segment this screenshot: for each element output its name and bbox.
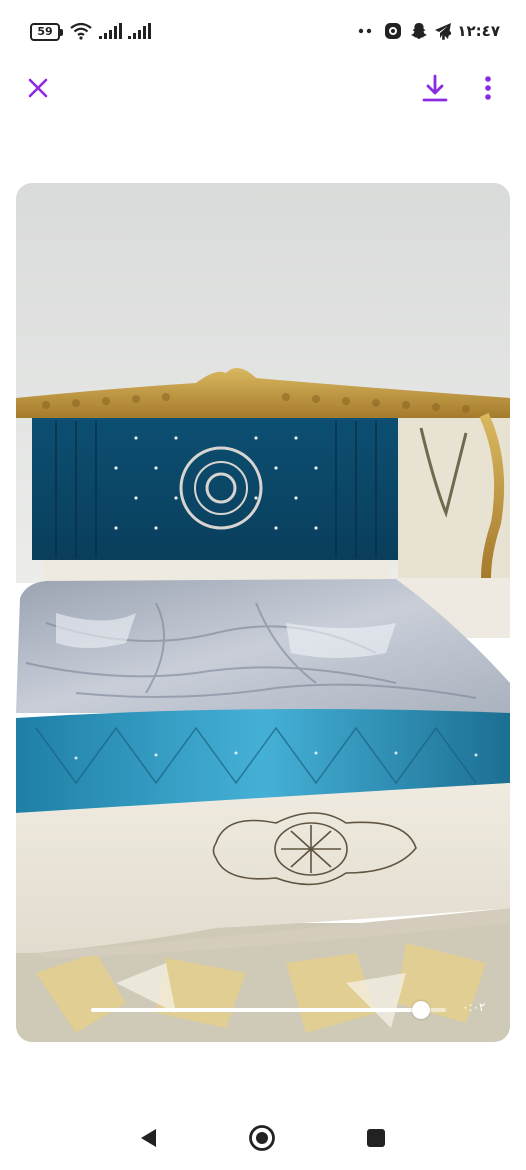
video-elapsed-time: ٠:٠٢ xyxy=(462,1000,486,1014)
signal-icon xyxy=(99,23,122,39)
clock: ١٢:٤٧ م xyxy=(441,22,500,40)
close-icon xyxy=(28,78,48,98)
status-bar: 59 ١٢:٤٧ م xyxy=(0,0,526,64)
dots-icon xyxy=(358,28,372,34)
snapchat-icon xyxy=(411,23,427,39)
home-icon xyxy=(249,1125,275,1151)
signal-icon-2 xyxy=(128,23,151,39)
nav-back-button[interactable] xyxy=(132,1122,164,1154)
back-icon xyxy=(141,1129,156,1147)
seek-progress xyxy=(91,1008,422,1012)
recents-icon xyxy=(367,1129,385,1147)
chat-app-icon xyxy=(385,23,401,39)
video-player[interactable] xyxy=(16,183,510,1042)
wifi-icon xyxy=(70,22,92,40)
close-button[interactable] xyxy=(20,70,56,106)
download-icon xyxy=(422,74,448,102)
more-options-button[interactable] xyxy=(470,70,506,106)
more-vertical-icon xyxy=(485,76,491,100)
video-frame-image xyxy=(16,183,510,1042)
battery-indicator: 59 xyxy=(30,23,63,41)
seek-bar[interactable] xyxy=(91,1001,446,1019)
nav-home-button[interactable] xyxy=(246,1122,278,1154)
download-button[interactable] xyxy=(417,70,453,106)
nav-recents-button[interactable] xyxy=(360,1122,392,1154)
